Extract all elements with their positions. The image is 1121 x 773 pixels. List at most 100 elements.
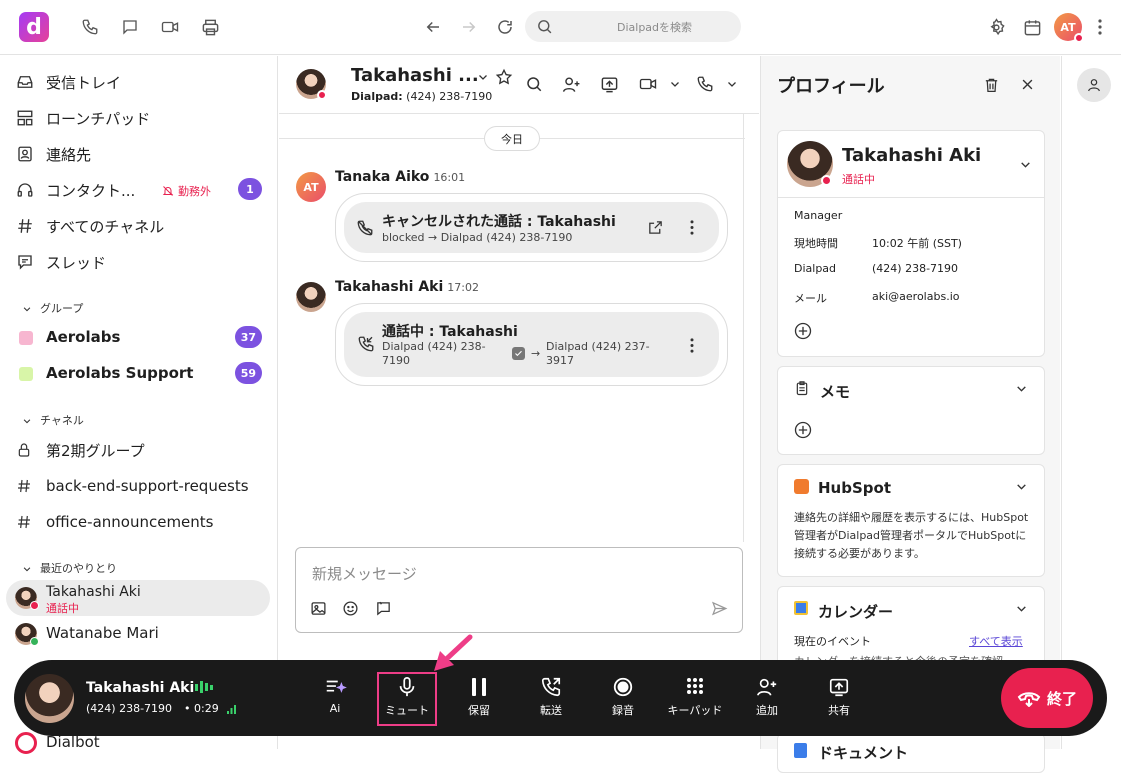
message-composer[interactable]: 新規メッセージ bbox=[295, 547, 743, 633]
add-field-icon[interactable] bbox=[793, 321, 813, 341]
video-icon[interactable] bbox=[159, 16, 181, 38]
sticker-icon[interactable] bbox=[375, 600, 392, 617]
call-detail: blocked → Dialpad (424) 238-7190 bbox=[382, 231, 573, 244]
recent-section-header[interactable]: 最近のやりとり bbox=[22, 560, 117, 576]
message-sender: Takahashi Aki 17:02 bbox=[335, 279, 479, 295]
chevron-down-icon[interactable] bbox=[1019, 158, 1032, 171]
transfer-button[interactable]: 転送 bbox=[520, 672, 582, 726]
documents-card: ドキュメント bbox=[777, 733, 1045, 773]
more-vertical-icon[interactable] bbox=[690, 338, 694, 353]
star-icon[interactable] bbox=[495, 68, 513, 86]
trash-icon[interactable] bbox=[983, 76, 1000, 94]
message-icon[interactable] bbox=[119, 16, 141, 38]
gear-icon[interactable] bbox=[985, 16, 1007, 38]
more-vertical-icon[interactable] bbox=[1090, 16, 1110, 38]
incoming-call-icon bbox=[357, 335, 375, 353]
back-arrow-icon[interactable] bbox=[422, 16, 444, 38]
sidebar-item-group-aerolabs[interactable]: Aerolabs 37 bbox=[0, 320, 278, 356]
sidebar-item-inbox[interactable]: 受信トレイ bbox=[0, 64, 278, 100]
chevron-down-icon bbox=[22, 564, 32, 574]
chevron-down-icon[interactable] bbox=[477, 71, 489, 83]
search-input[interactable]: Dialpadを検索 bbox=[525, 11, 741, 42]
scrollbar[interactable] bbox=[743, 114, 744, 542]
search-icon bbox=[536, 18, 553, 35]
add-person-icon bbox=[736, 672, 798, 702]
more-vertical-icon[interactable] bbox=[690, 220, 694, 235]
close-icon[interactable] bbox=[1020, 77, 1035, 92]
hash-icon bbox=[16, 514, 34, 532]
hold-button[interactable]: 保留 bbox=[448, 672, 510, 726]
message-sender: Tanaka Aiko 16:01 bbox=[335, 169, 466, 185]
groups-section-header[interactable]: グループ bbox=[22, 300, 83, 316]
video-icon[interactable] bbox=[638, 75, 658, 93]
profile-panel: プロフィール Takahashi Aki 通話中 Manager 現地時間 10… bbox=[760, 56, 1060, 773]
transfer-icon bbox=[520, 672, 582, 702]
chevron-down-icon[interactable] bbox=[669, 78, 681, 90]
search-icon[interactable] bbox=[525, 75, 543, 93]
pause-icon bbox=[448, 672, 510, 702]
chevron-down-icon[interactable] bbox=[1015, 602, 1028, 615]
group-color-square bbox=[19, 331, 33, 345]
status-dot bbox=[317, 90, 327, 100]
contact-name[interactable]: Takahashi ... bbox=[351, 65, 479, 86]
forward-arrow-icon[interactable] bbox=[458, 16, 480, 38]
image-icon[interactable] bbox=[310, 600, 327, 617]
annotation-arrow-icon bbox=[434, 634, 473, 671]
sidebar-item-recent-watanabe[interactable]: Watanabe Mari bbox=[0, 616, 278, 652]
sidebar-item-recent-takahashi[interactable]: Takahashi Aki 通話中 bbox=[6, 580, 270, 616]
sidebar-item-channel-office[interactable]: office-announcements bbox=[0, 505, 278, 541]
audio-level-icon bbox=[195, 681, 213, 693]
ai-icon bbox=[304, 672, 366, 702]
share-screen-icon[interactable] bbox=[600, 75, 619, 94]
share-button[interactable]: 共有 bbox=[808, 672, 870, 726]
sidebar-item-contacts[interactable]: 連絡先 bbox=[0, 136, 278, 172]
hubspot-description: 連絡先の詳細や履歴を表示するには、HubSpot管理者がDialpad管理者ポー… bbox=[794, 511, 1029, 560]
conversation-header: Takahashi ... Dialpad: (424) 238-7190 bbox=[279, 56, 759, 114]
person-icon[interactable] bbox=[1077, 68, 1111, 102]
sidebar-item-threads[interactable]: スレッド bbox=[0, 244, 278, 280]
phone-icon[interactable] bbox=[79, 16, 101, 38]
avatar[interactable]: AT bbox=[296, 172, 326, 202]
show-all-link[interactable]: すべて表示 bbox=[969, 633, 1023, 649]
chevron-down-icon[interactable] bbox=[1015, 382, 1028, 395]
group-color-square bbox=[19, 367, 33, 381]
add-person-icon[interactable] bbox=[562, 75, 581, 94]
avatar[interactable] bbox=[296, 282, 326, 312]
divider bbox=[778, 197, 1044, 198]
refresh-icon[interactable] bbox=[494, 16, 516, 38]
fax-icon[interactable] bbox=[199, 16, 221, 38]
sidebar: 受信トレイ ローンチパッド 連絡先 コンタクト... 勤務外 1 すべてのチャネ… bbox=[0, 56, 278, 754]
user-avatar[interactable]: AT bbox=[1054, 13, 1084, 43]
sidebar-item-launchpad[interactable]: ローンチパッド bbox=[0, 100, 278, 136]
dialpad-logo[interactable]: d bbox=[19, 12, 49, 42]
phone-icon[interactable] bbox=[696, 75, 714, 93]
status-dot bbox=[821, 175, 832, 186]
chevron-down-icon bbox=[22, 304, 32, 314]
sidebar-item-channel-back-end[interactable]: back-end-support-requests bbox=[0, 469, 278, 505]
sidebar-item-channel-phase2[interactable]: 第2期グループ bbox=[0, 432, 278, 468]
keypad-button[interactable]: キーパッド bbox=[664, 672, 726, 726]
clipboard-icon bbox=[794, 380, 810, 397]
end-call-button[interactable]: 終了 bbox=[1001, 668, 1093, 728]
chevron-down-icon[interactable] bbox=[1015, 480, 1028, 493]
off-duty-status: 勤務外 bbox=[162, 183, 211, 199]
mute-highlight-box bbox=[377, 672, 437, 726]
open-external-icon[interactable] bbox=[647, 219, 664, 236]
calendar-icon[interactable] bbox=[1021, 16, 1043, 38]
add-memo-icon[interactable] bbox=[793, 420, 813, 440]
call-card-active[interactable]: 通話中 : Takahashi Dialpad (424) 238-7190 →… bbox=[335, 303, 728, 386]
record-button[interactable]: 録音 bbox=[592, 672, 654, 726]
chevron-down-icon[interactable] bbox=[726, 78, 738, 90]
sidebar-item-all-channels[interactable]: すべてのチャネル bbox=[0, 208, 278, 244]
channels-section-header[interactable]: チャネル bbox=[22, 412, 84, 428]
sidebar-item-group-aerolabs-support[interactable]: Aerolabs Support 59 bbox=[0, 356, 278, 392]
ai-button[interactable]: Ai bbox=[304, 672, 366, 726]
emoji-icon[interactable] bbox=[342, 600, 359, 617]
threads-icon bbox=[16, 253, 34, 271]
sidebar-item-contact-center[interactable]: コンタクト... 勤務外 1 bbox=[0, 172, 278, 208]
profile-card: Takahashi Aki 通話中 Manager 現地時間 10:02 午前 … bbox=[777, 130, 1045, 357]
call-card-cancelled[interactable]: キャンセルされた通話 : Takahashi blocked → Dialpad… bbox=[335, 193, 728, 262]
missed-call-icon bbox=[356, 219, 374, 237]
send-icon[interactable] bbox=[711, 600, 728, 617]
add-participant-button[interactable]: 追加 bbox=[736, 672, 798, 726]
